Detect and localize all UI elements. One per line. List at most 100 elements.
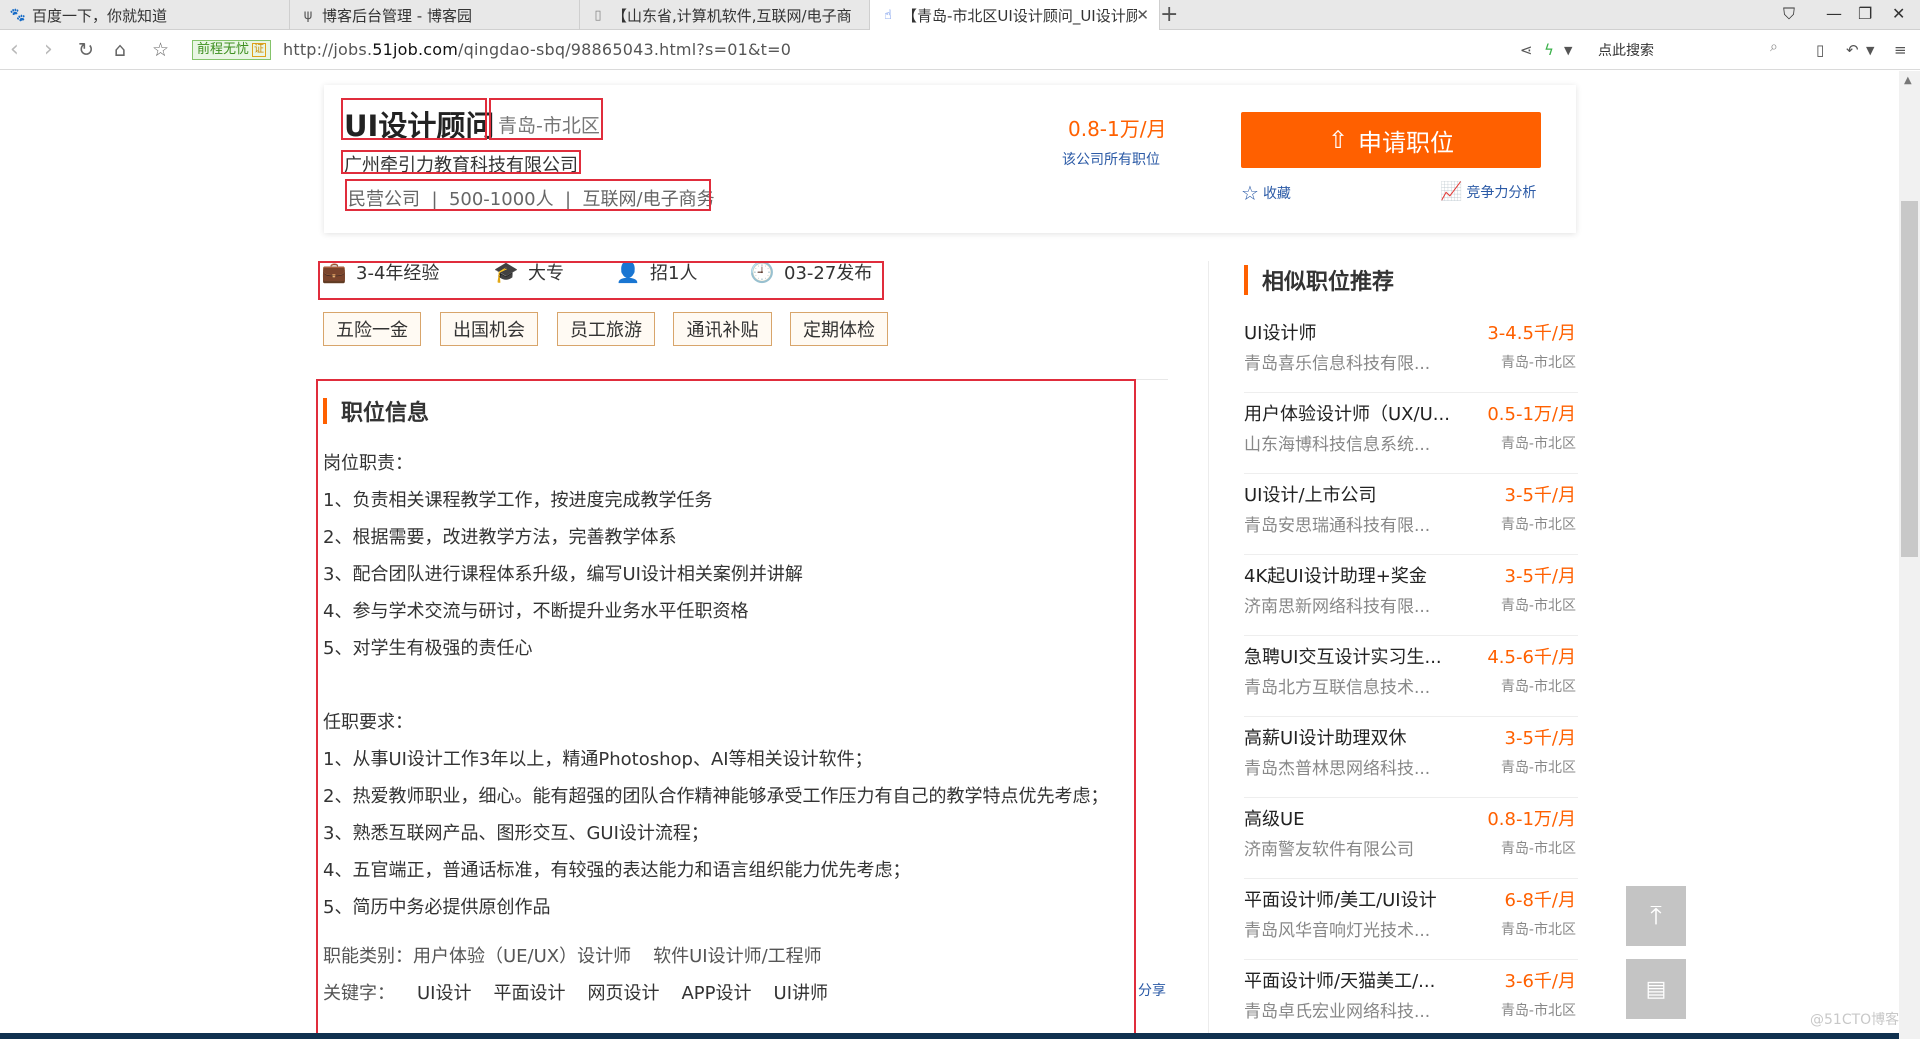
page-scrollbar[interactable]: ▲ bbox=[1899, 71, 1920, 1039]
browser-tab-baidu[interactable]: 🐾 百度一下，你就知道 bbox=[0, 0, 290, 30]
minimize-icon[interactable]: — bbox=[1826, 4, 1842, 23]
similar-job-salary: 3-5千/月 bbox=[1504, 566, 1576, 587]
url-field[interactable]: http://jobs.51job.com/qingdao-sbq/988650… bbox=[283, 40, 791, 59]
share-link[interactable]: 分享 bbox=[1138, 980, 1166, 1000]
page-icon: ▯ bbox=[594, 7, 602, 23]
url-prefix: http://jobs. bbox=[283, 40, 373, 59]
similar-job-item[interactable]: UI设计/上市公司 3-5千/月 青岛安思瑞通科技有限... 青岛-市北区 bbox=[1244, 475, 1578, 555]
scrollbar-thumb[interactable] bbox=[1901, 201, 1918, 557]
forward-icon[interactable]: › bbox=[44, 37, 53, 62]
favorite-button[interactable]: ☆ 收藏 bbox=[1241, 181, 1291, 205]
similar-job-company[interactable]: 济南思新网络科技有限... bbox=[1244, 592, 1430, 617]
similar-job-location: 青岛-市北区 bbox=[1500, 436, 1576, 452]
phone-icon[interactable]: ▯ bbox=[1816, 41, 1824, 59]
apply-button[interactable]: ⇧ 申请职位 bbox=[1241, 112, 1541, 168]
browser-tab-active[interactable]: ☝ 【青岛-市北区UI设计顾问_UI设计顾 ✕ bbox=[870, 0, 1160, 31]
similar-job-title[interactable]: 高级UE bbox=[1244, 805, 1305, 831]
annotation-box bbox=[318, 261, 884, 300]
search-icon[interactable]: ⌕ bbox=[1770, 39, 1778, 55]
similar-job-location: 青岛-市北区 bbox=[1500, 841, 1576, 857]
similar-job-location: 青岛-市北区 bbox=[1500, 517, 1576, 533]
chat-bubble-icon: ▤ bbox=[1645, 976, 1667, 1002]
search-input[interactable]: 点此搜索 ⌕ bbox=[1598, 39, 1788, 60]
similar-job-title[interactable]: 用户体验设计师（UX/U... bbox=[1244, 400, 1450, 426]
maximize-icon[interactable]: ❐ bbox=[1858, 4, 1872, 23]
similar-job-location: 青岛-市北区 bbox=[1500, 1003, 1576, 1019]
browser-tab-cnblogs[interactable]: ψ 博客后台管理 - 博客园 bbox=[290, 0, 580, 30]
analysis-label: 竞争力分析 bbox=[1466, 184, 1537, 201]
similar-job-item[interactable]: 用户体验设计师（UX/U... 0.5-1万/月 山东海博科技信息系统... 青… bbox=[1244, 394, 1578, 474]
job-salary: 0.8-1万/月 bbox=[1068, 117, 1167, 141]
similar-job-item[interactable]: 平面设计师/天猫美工/... 3-6千/月 青岛卓氏宏业网络科技... 青岛-市… bbox=[1244, 961, 1578, 1039]
share-icon[interactable]: ⋖ bbox=[1520, 41, 1533, 59]
new-tab-icon[interactable]: + bbox=[1160, 2, 1178, 27]
watermark: @51CTO博客 bbox=[1810, 1012, 1900, 1028]
undo-icon[interactable]: ↶ bbox=[1846, 41, 1859, 59]
tab-title: 【山东省,计算机软件,互联网/电子商 bbox=[612, 6, 852, 25]
similar-job-company[interactable]: 青岛卓氏宏业网络科技... bbox=[1244, 997, 1430, 1022]
competitiveness-analysis-link[interactable]: 📈 竞争力分析 bbox=[1440, 181, 1536, 202]
back-to-top-button[interactable]: ⤒ bbox=[1626, 886, 1686, 946]
similar-job-title[interactable]: UI设计/上市公司 bbox=[1244, 481, 1377, 507]
line-chart-icon: 📈 bbox=[1440, 181, 1463, 202]
menu-icon[interactable]: ≡ bbox=[1894, 41, 1907, 59]
similar-job-company[interactable]: 山东海博科技信息系统... bbox=[1244, 430, 1430, 455]
annotation-box bbox=[341, 98, 487, 140]
browser-tab-51job-list[interactable]: ▯ 【山东省,计算机软件,互联网/电子商 bbox=[580, 0, 870, 30]
similar-job-title[interactable]: UI设计师 bbox=[1244, 319, 1316, 345]
similar-job-item[interactable]: UI设计师 3-4.5千/月 青岛喜乐信息科技有限... 青岛-市北区 bbox=[1244, 313, 1578, 393]
similar-job-company[interactable]: 青岛安思瑞通科技有限... bbox=[1244, 511, 1430, 536]
similar-job-title[interactable]: 平面设计师/天猫美工/... bbox=[1244, 967, 1435, 993]
similar-job-salary: 4.5-6千/月 bbox=[1487, 647, 1576, 668]
star-icon: ☆ bbox=[1241, 181, 1259, 205]
similar-job-company[interactable]: 济南警友软件有限公司 bbox=[1244, 835, 1414, 860]
similar-job-title[interactable]: 4K起UI设计助理+奖金 bbox=[1244, 562, 1427, 588]
annotation-box bbox=[489, 98, 603, 140]
similar-job-salary: 0.5-1万/月 bbox=[1487, 404, 1576, 425]
tab-title: 百度一下，你就知道 bbox=[32, 6, 168, 25]
close-tab-icon[interactable]: ✕ bbox=[1136, 6, 1149, 24]
similar-job-company[interactable]: 青岛北方互联信息技术... bbox=[1244, 673, 1430, 698]
cert-icon: 证 bbox=[252, 43, 267, 57]
similar-job-item[interactable]: 平面设计师/美工/UI设计 6-8千/月 青岛风华音响灯光技术... 青岛-市北… bbox=[1244, 880, 1578, 960]
back-to-top-icon: ⤒ bbox=[1650, 900, 1662, 931]
home-icon[interactable]: ⌂ bbox=[114, 39, 126, 61]
lightning-icon[interactable]: ϟ bbox=[1544, 41, 1554, 59]
back-icon[interactable]: ‹ bbox=[10, 37, 19, 62]
star-bookmark-icon[interactable]: ☆ bbox=[152, 39, 169, 61]
welfare-tag: 通讯补贴 bbox=[673, 312, 772, 346]
shirt-skin-icon[interactable]: ⛉ bbox=[1783, 4, 1795, 24]
welfare-tag: 出国机会 bbox=[440, 312, 538, 346]
feedback-button[interactable]: ▤ bbox=[1626, 959, 1686, 1019]
chevron-down-icon[interactable]: ▼ bbox=[1564, 44, 1572, 57]
similar-job-salary: 3-6千/月 bbox=[1504, 971, 1576, 992]
similar-job-item[interactable]: 高薪UI设计助理双休 3-5千/月 青岛杰普林思网络科技... 青岛-市北区 bbox=[1244, 718, 1578, 798]
similar-job-salary: 3-4.5千/月 bbox=[1487, 323, 1576, 344]
similar-job-title[interactable]: 平面设计师/美工/UI设计 bbox=[1244, 886, 1437, 912]
site-verified-badge[interactable]: 前程无忧 证 bbox=[192, 40, 272, 60]
similar-job-title[interactable]: 高薪UI设计助理双休 bbox=[1244, 724, 1406, 750]
welfare-tag: 员工旅游 bbox=[557, 312, 655, 346]
similar-job-title[interactable]: 急聘UI交互设计实习生... bbox=[1244, 643, 1442, 669]
verified-site-label: 前程无忧 bbox=[197, 42, 250, 57]
similar-job-item[interactable]: 4K起UI设计助理+奖金 3-5千/月 济南思新网络科技有限... 青岛-市北区 bbox=[1244, 556, 1578, 636]
scroll-up-icon[interactable]: ▲ bbox=[1904, 75, 1912, 86]
similar-job-item[interactable]: 高级UE 0.8-1万/月 济南警友软件有限公司 青岛-市北区 bbox=[1244, 799, 1578, 879]
upload-arrow-icon: ⇧ bbox=[1327, 126, 1349, 154]
annotation-box bbox=[345, 179, 711, 211]
reload-icon[interactable]: ↻ bbox=[78, 39, 94, 61]
similar-job-salary: 0.8-1万/月 bbox=[1487, 809, 1576, 830]
annotation-box bbox=[316, 379, 1136, 1039]
apply-label: 申请职位 bbox=[1358, 129, 1455, 157]
similar-job-item[interactable]: 急聘UI交互设计实习生... 4.5-6千/月 青岛北方互联信息技术... 青岛… bbox=[1244, 637, 1578, 717]
welfare-tag: 定期体检 bbox=[790, 312, 888, 346]
company-all-jobs-link[interactable]: 该公司所有职位 bbox=[1062, 149, 1160, 169]
similar-job-salary: 6-8千/月 bbox=[1504, 890, 1576, 911]
close-window-icon[interactable]: ✕ bbox=[1892, 4, 1905, 23]
similar-job-company[interactable]: 青岛杰普林思网络科技... bbox=[1244, 754, 1430, 779]
chevron-down-icon[interactable]: ▼ bbox=[1866, 44, 1874, 57]
similar-job-location: 青岛-市北区 bbox=[1500, 922, 1576, 938]
similar-jobs-heading: 相似职位推荐 bbox=[1244, 264, 1394, 296]
similar-job-company[interactable]: 青岛喜乐信息科技有限... bbox=[1244, 349, 1430, 374]
similar-job-company[interactable]: 青岛风华音响灯光技术... bbox=[1244, 916, 1430, 941]
